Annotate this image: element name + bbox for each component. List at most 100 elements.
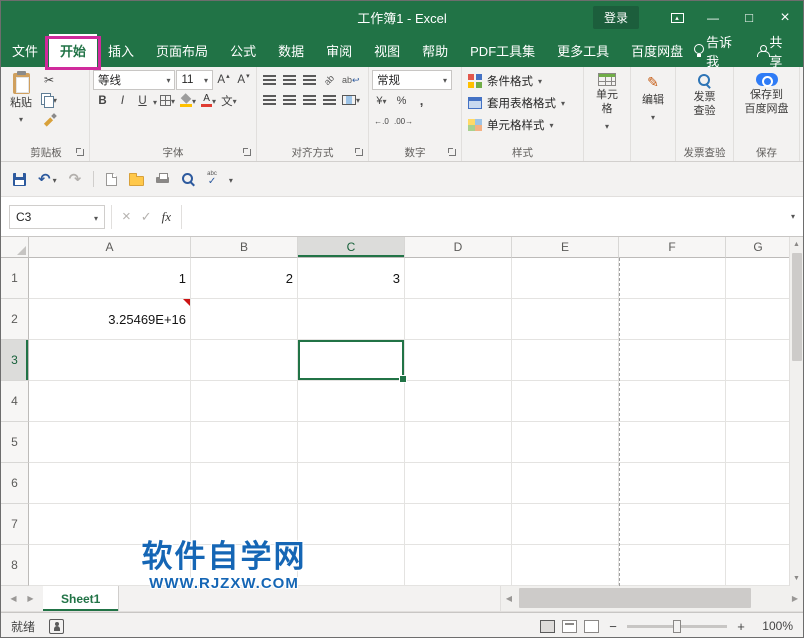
cell-F8[interactable] (619, 545, 726, 586)
clipboard-dialog-launcher[interactable] (77, 149, 84, 156)
cell-D6[interactable] (405, 463, 512, 504)
scroll-up-button[interactable] (790, 237, 803, 252)
vertical-scrollbar[interactable] (789, 237, 803, 586)
cell-B4[interactable] (191, 381, 298, 422)
scroll-left-button[interactable] (501, 594, 517, 603)
align-center-button[interactable] (280, 90, 299, 109)
copy-button[interactable] (39, 90, 59, 109)
cells-button[interactable]: 单元格 (587, 70, 627, 133)
cell-B8[interactable] (191, 545, 298, 586)
editing-button[interactable]: 编辑 (634, 70, 672, 124)
horizontal-scrollbar[interactable] (500, 586, 803, 611)
maximize-button[interactable] (731, 1, 767, 34)
wrap-text-button[interactable] (340, 70, 362, 89)
tab-more-tools[interactable]: 更多工具 (546, 34, 620, 67)
grow-font-button[interactable]: A▴ (214, 71, 233, 90)
cell-A8[interactable] (29, 545, 191, 586)
row-header-7[interactable]: 7 (1, 504, 29, 545)
cell-B7[interactable] (191, 504, 298, 545)
number-dialog-launcher[interactable] (449, 149, 456, 156)
cell-A5[interactable] (29, 422, 191, 463)
horizontal-scrollbar-thumb[interactable] (519, 588, 751, 608)
expand-formula-bar-icon[interactable] (783, 212, 803, 221)
cell-B6[interactable] (191, 463, 298, 504)
cell-B3[interactable] (191, 340, 298, 381)
font-size-combo[interactable]: 11 (176, 70, 213, 90)
quick-print-button[interactable] (156, 173, 169, 185)
align-top-button[interactable] (260, 70, 279, 89)
cell-F2[interactable] (619, 299, 726, 340)
tab-insert[interactable]: 插入 (97, 34, 145, 67)
cell-E1[interactable] (512, 258, 619, 299)
login-button[interactable]: 登录 (593, 6, 639, 29)
column-header-A[interactable]: A (29, 237, 191, 258)
tab-help[interactable]: 帮助 (411, 34, 459, 67)
tab-page-layout[interactable]: 页面布局 (145, 34, 219, 67)
sheet-tab-sheet1[interactable]: Sheet1 (43, 586, 119, 611)
cell-D7[interactable] (405, 504, 512, 545)
formula-input[interactable] (188, 197, 783, 236)
cell-C7[interactable] (298, 504, 405, 545)
zoom-in-button[interactable]: + (734, 619, 748, 634)
invoice-check-button[interactable]: 发票查验 (679, 70, 730, 119)
tab-home[interactable]: 开始 (49, 34, 97, 67)
zoom-slider-thumb[interactable] (673, 620, 681, 633)
decrease-decimal-button[interactable] (392, 111, 415, 130)
cancel-icon[interactable] (122, 208, 131, 225)
save-to-netdisk-button[interactable]: 保存到百度网盘 (737, 70, 796, 117)
phonetic-guide-button[interactable]: 文 (219, 91, 239, 110)
tab-formulas[interactable]: 公式 (219, 34, 267, 67)
cell-D2[interactable] (405, 299, 512, 340)
customize-toolbar-button[interactable] (229, 172, 233, 186)
cell-A4[interactable] (29, 381, 191, 422)
share-button[interactable]: 共享 (757, 32, 787, 70)
close-button[interactable] (767, 1, 803, 34)
percent-style-button[interactable] (392, 91, 411, 110)
redo-button[interactable] (69, 170, 82, 188)
cell-E8[interactable] (512, 545, 619, 586)
align-right-button[interactable] (300, 90, 319, 109)
enter-icon[interactable] (141, 209, 152, 225)
open-button[interactable] (129, 173, 144, 186)
shrink-font-button[interactable]: A▾ (234, 71, 253, 90)
decrease-indent-button[interactable] (320, 90, 339, 109)
print-preview-button[interactable] (181, 172, 195, 186)
cell-F3[interactable] (619, 340, 726, 381)
tab-review[interactable]: 审阅 (315, 34, 363, 67)
font-color-button[interactable]: A (199, 91, 218, 110)
cell-A2[interactable]: 3.25469E+16 (29, 299, 191, 340)
cell-G1[interactable] (726, 258, 791, 299)
cell-G6[interactable] (726, 463, 791, 504)
increase-decimal-button[interactable] (372, 111, 391, 130)
zoom-slider[interactable] (627, 625, 727, 628)
cell-G5[interactable] (726, 422, 791, 463)
cell-styles-button[interactable]: 单元格样式 (465, 114, 580, 136)
cell-F4[interactable] (619, 381, 726, 422)
scroll-right-button[interactable] (787, 594, 803, 603)
tab-file[interactable]: 文件 (1, 34, 49, 67)
column-header-F[interactable]: F (619, 237, 726, 258)
format-painter-button[interactable] (39, 110, 59, 129)
cell-A1[interactable]: 1 (29, 258, 191, 299)
cell-C5[interactable] (298, 422, 405, 463)
previous-sheet-button[interactable] (5, 594, 22, 603)
row-header-3[interactable]: 3 (1, 340, 29, 381)
cell-D3[interactable] (405, 340, 512, 381)
merge-center-button[interactable] (340, 90, 362, 109)
cell-B1[interactable]: 2 (191, 258, 298, 299)
number-format-combo[interactable]: 常规 (372, 70, 452, 90)
cell-A6[interactable] (29, 463, 191, 504)
font-name-combo[interactable]: 等线 (93, 70, 175, 90)
cell-C1[interactable]: 3 (298, 258, 405, 299)
normal-view-button[interactable] (540, 620, 555, 633)
cell-C2[interactable] (298, 299, 405, 340)
cell-E3[interactable] (512, 340, 619, 381)
tell-me-button[interactable]: 告诉我 (694, 32, 733, 70)
cell-E7[interactable] (512, 504, 619, 545)
cell-F1[interactable] (619, 258, 726, 299)
alignment-dialog-launcher[interactable] (356, 149, 363, 156)
underline-button[interactable]: U (133, 91, 152, 110)
cell-A3[interactable] (29, 340, 191, 381)
cell-G7[interactable] (726, 504, 791, 545)
row-header-1[interactable]: 1 (1, 258, 29, 299)
